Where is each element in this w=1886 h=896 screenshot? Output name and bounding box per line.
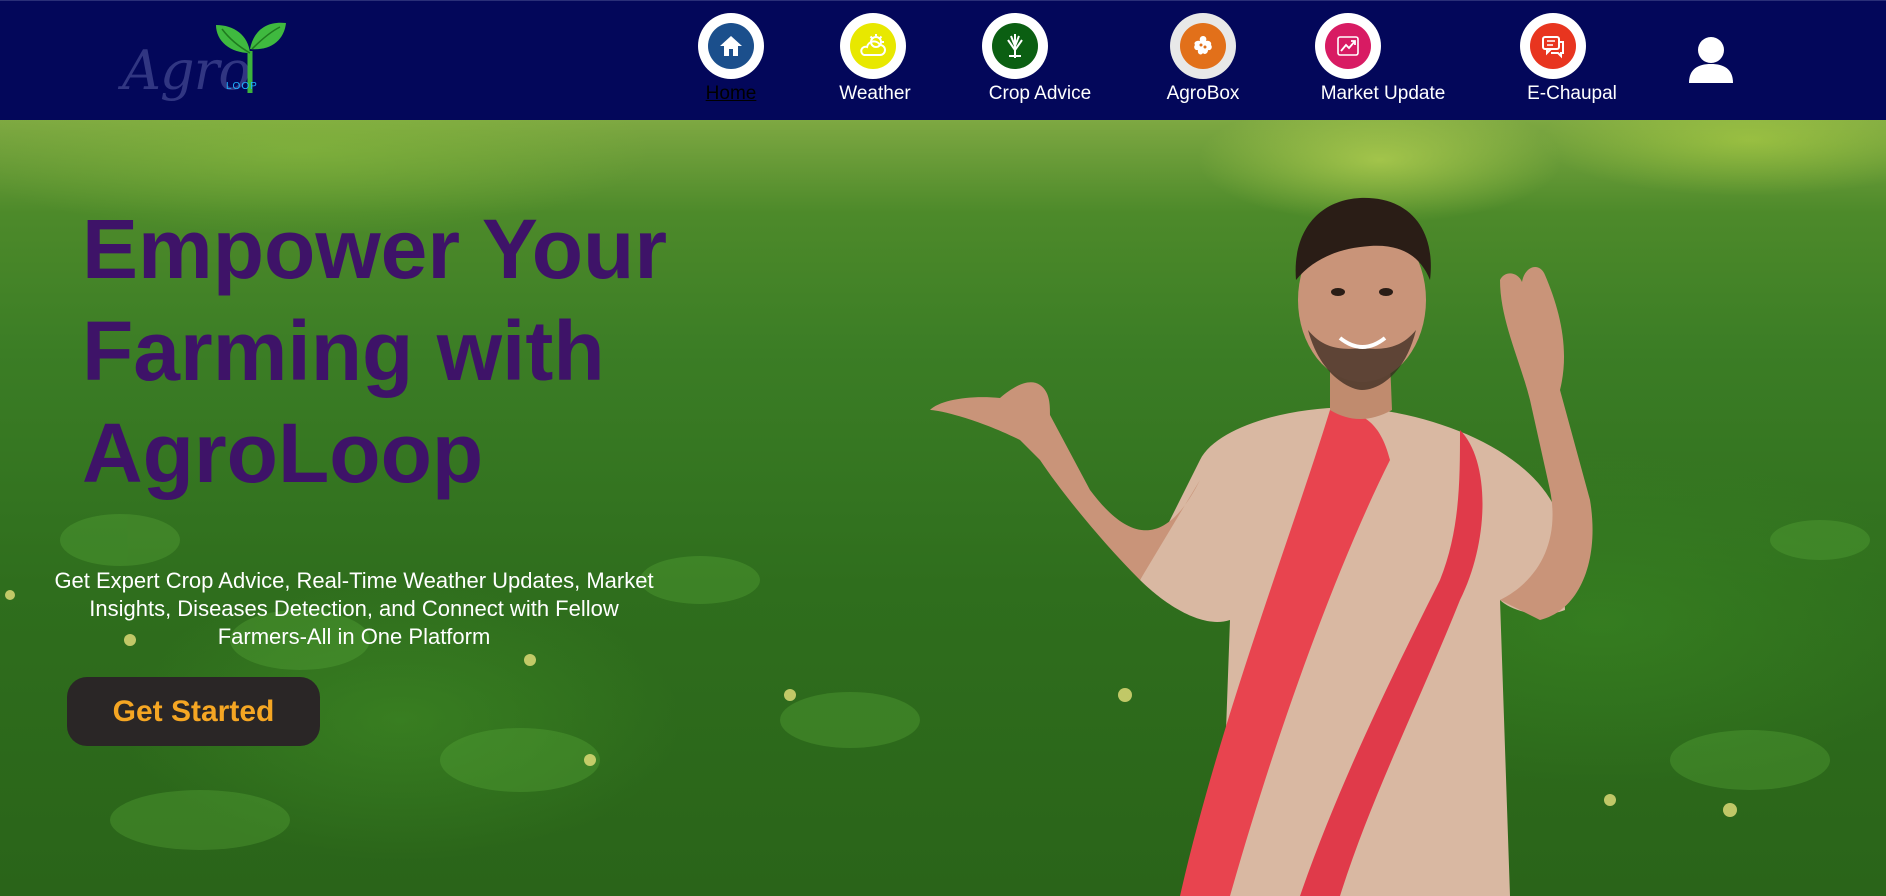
nav-home-circle [698, 13, 764, 79]
nav-label-market-update: Market Update [1320, 83, 1446, 104]
chat-icon [1530, 23, 1576, 69]
weather-icon [850, 23, 896, 69]
nav-market-circle [1315, 13, 1381, 79]
nav-label-weather: Weather [839, 83, 911, 104]
headline-line-3: AgroLoop [82, 406, 484, 500]
headline-line-2: Farming with [82, 304, 605, 398]
user-account-icon[interactable] [1686, 35, 1736, 85]
top-navbar: Agro LOOP Home Weather Crop Advice AgroB… [0, 0, 1886, 120]
nav-crop-circle [982, 13, 1048, 79]
nav-label-e-chaupal: E-Chaupal [1527, 83, 1617, 104]
nav-item-weather[interactable]: Weather [831, 13, 915, 105]
nav-item-market-update[interactable]: Market Update [1315, 13, 1450, 105]
box-icon [1180, 23, 1226, 69]
home-icon [708, 23, 754, 69]
nav-label-agrobox: AgroBox [1166, 83, 1240, 104]
hero-banner: Empower Your Farming with AgroLoop Get E… [0, 120, 1886, 896]
nav-label-crop-advice: Crop Advice [988, 83, 1092, 104]
crop-icon [992, 23, 1038, 69]
nav-item-e-chaupal[interactable]: E-Chaupal [1520, 13, 1624, 105]
nav-item-crop-advice[interactable]: Crop Advice [980, 13, 1100, 105]
get-started-button[interactable]: Get Started [67, 677, 320, 746]
nav-item-agrobox[interactable]: AgroBox [1163, 13, 1243, 105]
agroloop-logo[interactable]: Agro LOOP [118, 19, 290, 103]
nav-chaupal-circle [1520, 13, 1586, 79]
nav-label-home: Home [705, 83, 757, 104]
logo-subtext: LOOP [226, 81, 258, 92]
nav-weather-circle [840, 13, 906, 79]
headline-line-1: Empower Your [82, 202, 668, 296]
farmer-image [930, 197, 1593, 896]
market-icon [1325, 23, 1371, 69]
nav-agrobox-circle [1170, 13, 1236, 79]
nav-item-home[interactable]: Home [698, 13, 764, 105]
hero-headline: Empower Your Farming with AgroLoop [82, 198, 762, 504]
hero-subtext: Get Expert Crop Advice, Real-Time Weathe… [54, 568, 654, 649]
